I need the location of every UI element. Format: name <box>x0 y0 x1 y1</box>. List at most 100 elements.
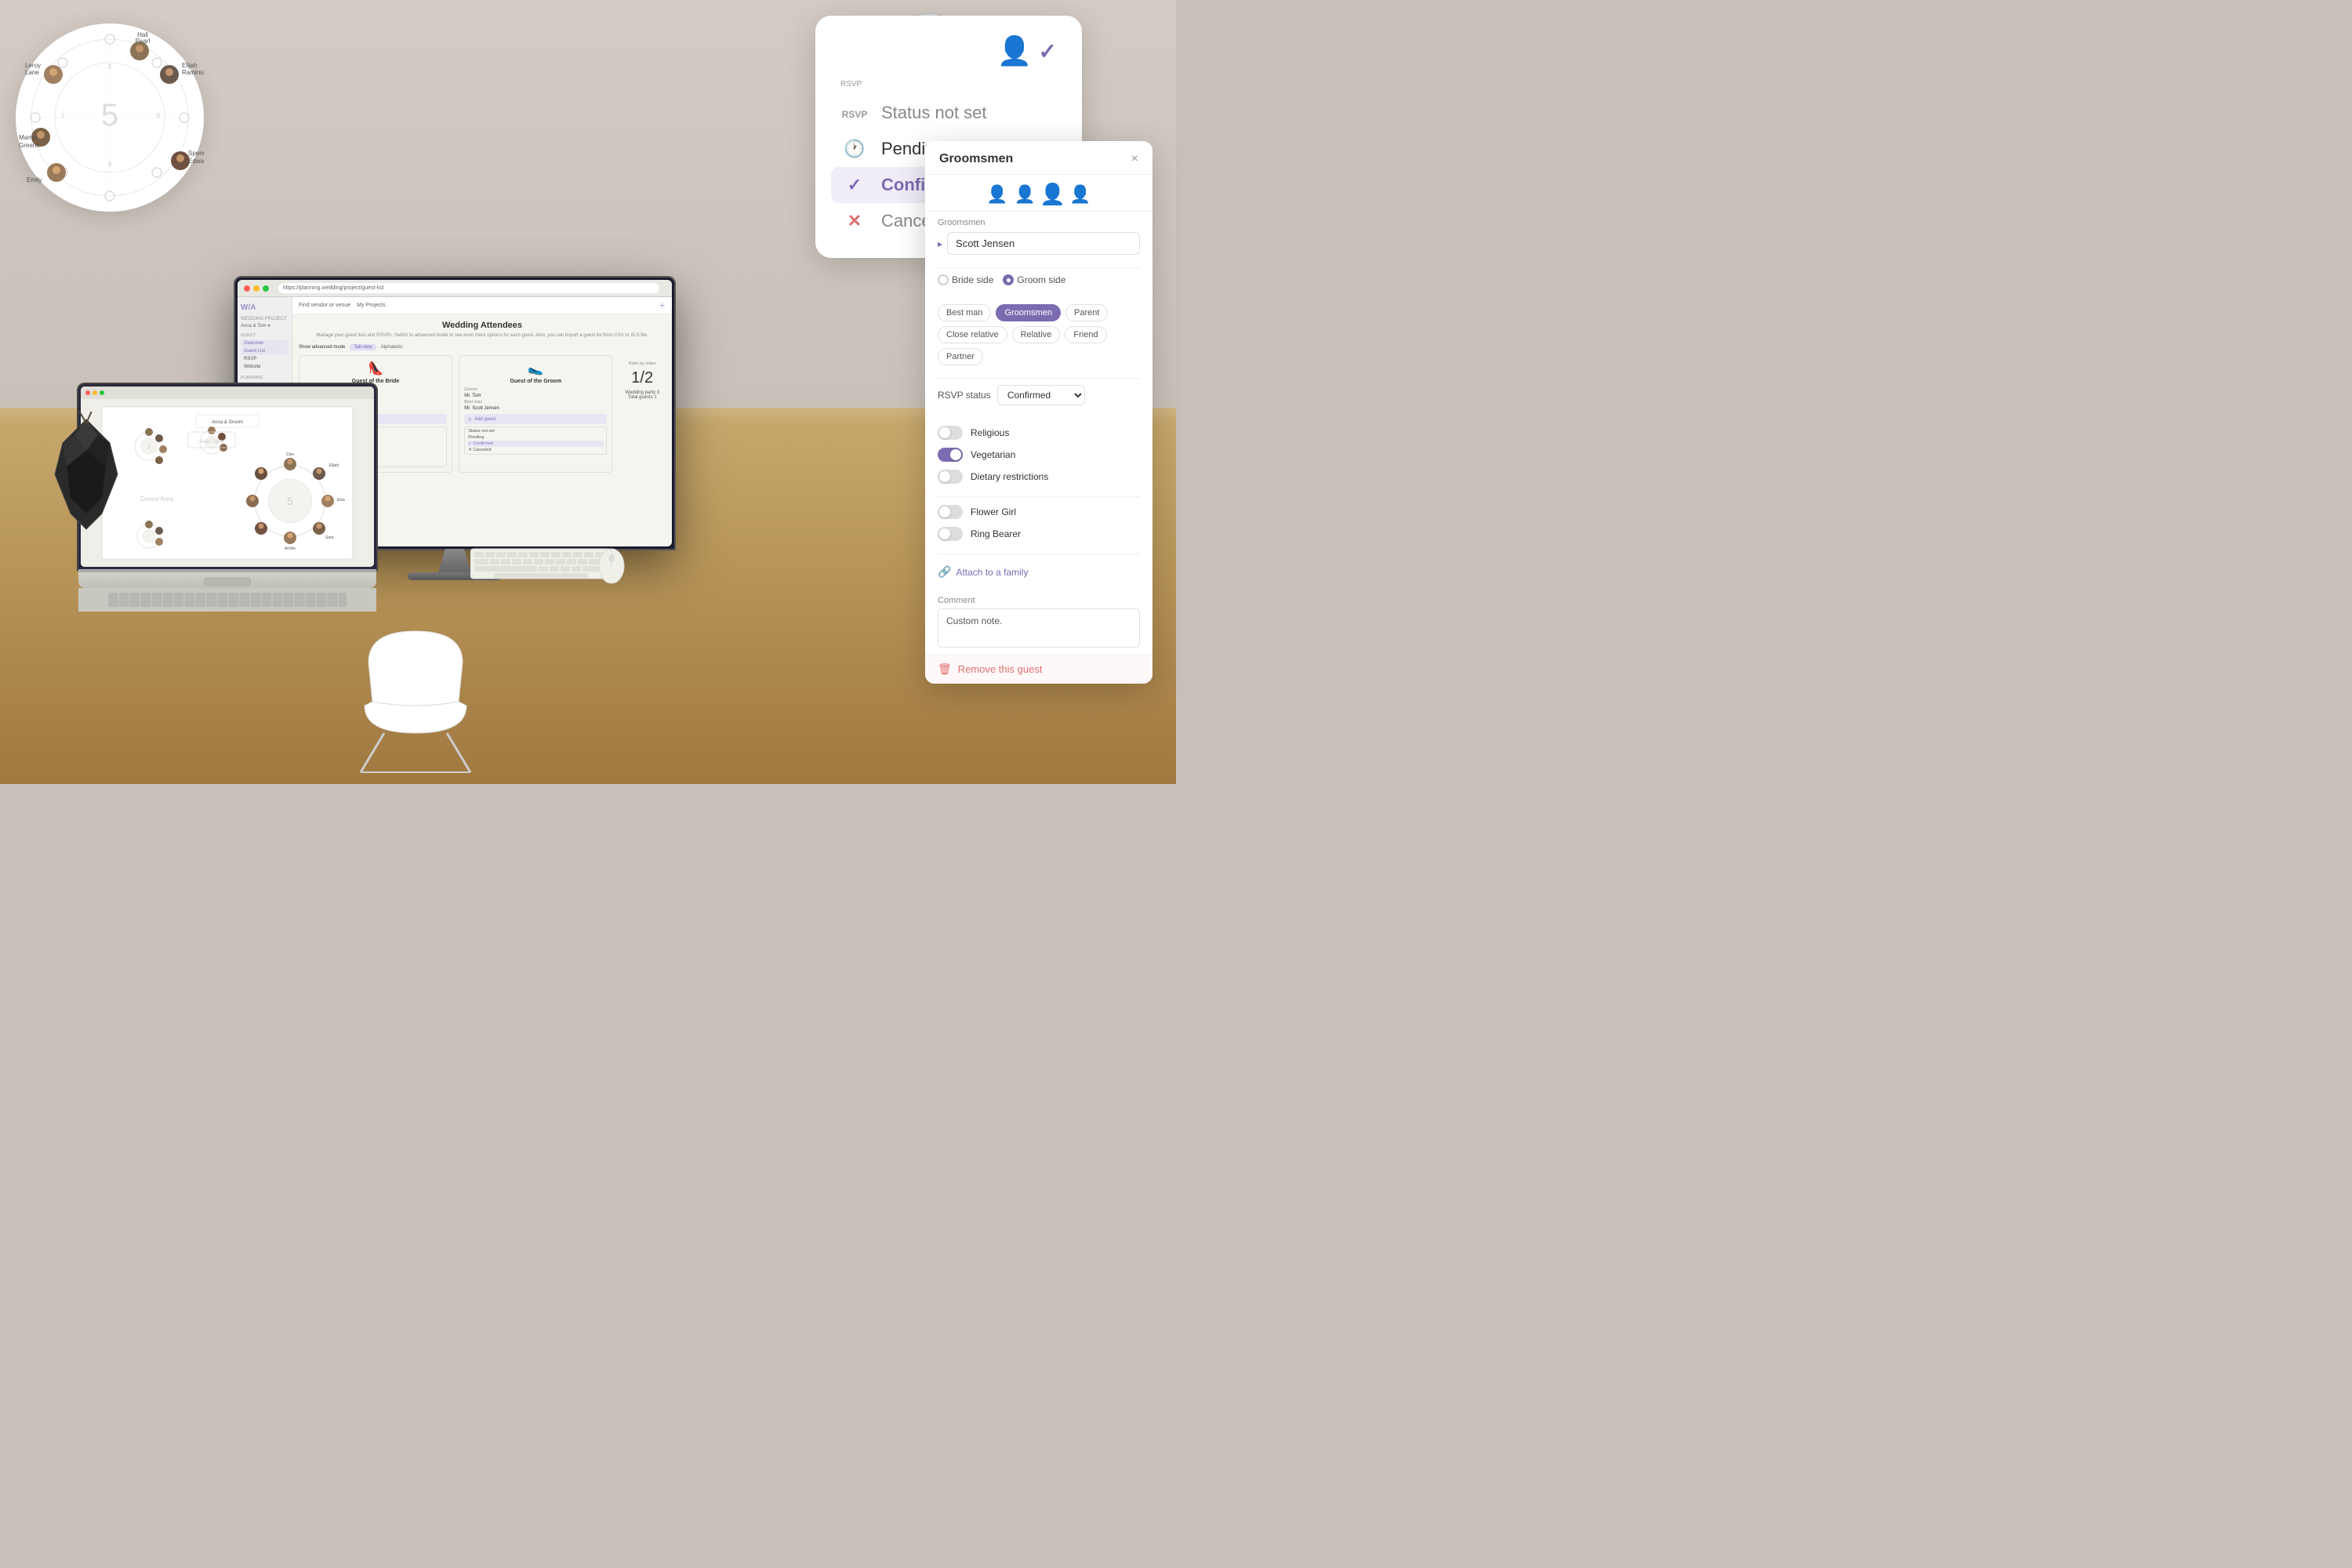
page-subtitle: Manage your guest lists and RSVPs. Switc… <box>299 333 666 338</box>
sidebar-nav-overview[interactable]: Overview <box>241 339 289 347</box>
sidebar-nav-guestlist[interactable]: Guest List <box>241 347 289 355</box>
laptop-minimize[interactable] <box>93 390 97 395</box>
dietary-toggle-row: Dietary restrictions <box>938 468 1140 485</box>
add-guest-groom-btn[interactable]: ＋ Add guest <box>464 414 607 424</box>
groom-label: Groom <box>464 387 607 392</box>
laptop-chrome <box>81 387 374 399</box>
rsvp-status-field-label: RSVP status <box>938 390 991 401</box>
relation-tags: Best man Groomsmen Parent Close relative… <box>938 304 1140 365</box>
side-section: Bride side Groom side <box>925 268 1152 298</box>
chair-svg <box>337 623 494 780</box>
browser-chrome: https://planning.wedding/project/guest-l… <box>238 280 672 297</box>
sidebar-section-planning: PLANNING <box>241 376 289 380</box>
svg-text:Anna & Groom: Anna & Groom <box>212 420 243 425</box>
app-topbar: Find vendor or venue My Projects ＋ <box>292 297 672 314</box>
sidebar-nav-website[interactable]: Website <box>241 363 289 371</box>
rsvp-confirmed-icon: ✓ <box>840 175 869 195</box>
vase-svg <box>47 412 125 553</box>
rsvp-not-set-icon: RSVP <box>840 104 869 122</box>
groomsmen-detail-panel: Groomsmen × 👤 👤 👤 👤 Groomsmen ▸ Bride si… <box>925 141 1152 684</box>
url-bar[interactable]: https://planning.wedding/project/guest-l… <box>278 283 659 293</box>
alphabetic-btn[interactable]: Alphabetic <box>381 345 403 350</box>
svg-text:1: 1 <box>61 112 65 119</box>
rsvp-opt-not-set[interactable]: Status not set <box>467 428 604 434</box>
groom-name: Mr. Tom <box>464 394 607 398</box>
laptop-keyboard <box>108 593 347 607</box>
seating-svg: Pearl Hall Elijah Ramirez Leroy Lane Mam… <box>16 24 204 212</box>
topbar-add-btn[interactable]: ＋ <box>659 300 666 310</box>
svg-text:Lane: Lane <box>25 69 39 76</box>
rsvp-option-not-set[interactable]: RSVP Status not set <box>840 95 1057 131</box>
panel-close-button[interactable]: × <box>1131 152 1138 166</box>
comment-text[interactable]: Custom note. <box>938 608 1140 648</box>
tag-best-man[interactable]: Best man <box>938 304 991 321</box>
laptop-body <box>78 572 376 588</box>
rsvp-person-icon: 👤 <box>997 34 1033 67</box>
close-traffic-light[interactable] <box>244 285 250 292</box>
keyboard-svg <box>470 545 612 584</box>
attach-family-row[interactable]: 🔗 Attach to a family <box>938 561 1140 583</box>
rsvp-status-select[interactable]: Status not set Pending Confirmed Cancele… <box>997 385 1085 405</box>
ratio-value: 1/2 <box>625 369 659 387</box>
desk-chair <box>337 623 494 784</box>
project-label: WEDDING PROJECT <box>241 317 289 321</box>
rsvp-confirm-checkmark: ✓ <box>1039 38 1057 64</box>
tag-partner[interactable]: Partner <box>938 348 983 365</box>
topbar-find-vendor[interactable]: Find vendor or venue <box>299 303 350 308</box>
tab-view-btn[interactable]: Tab view <box>350 344 376 350</box>
tag-friend[interactable]: Friend <box>1065 326 1106 343</box>
groom-side-radio[interactable] <box>1003 274 1014 285</box>
guest-name-input[interactable] <box>947 232 1140 255</box>
bestman-label: Best man <box>464 400 607 405</box>
bride-side-radio[interactable] <box>938 274 949 285</box>
ratio-label: Ratio by sides <box>625 361 659 366</box>
vegetarian-toggle[interactable] <box>938 448 963 462</box>
religious-toggle[interactable] <box>938 426 963 440</box>
ring-bearer-toggle-label: Ring Bearer <box>971 528 1021 539</box>
laptop-close[interactable] <box>85 390 90 395</box>
rsvp-opt-confirmed[interactable]: ✓ Confirmed <box>467 441 604 447</box>
tag-groomsmen[interactable]: Groomsmen <box>996 304 1061 321</box>
minimize-traffic-light[interactable] <box>253 285 260 292</box>
person-icon-4: 👤 <box>1069 184 1091 205</box>
svg-text:Elijah: Elijah <box>182 62 198 69</box>
rsvp-opt-pending[interactable]: Pending <box>467 434 604 441</box>
svg-text:Emily: Emily <box>27 176 42 183</box>
svg-text:Cleo: Cleo <box>286 452 295 457</box>
bride-side-option[interactable]: Bride side <box>938 274 993 285</box>
svg-text:Edwards: Edwards <box>188 158 204 165</box>
flower-girl-toggle[interactable] <box>938 505 963 519</box>
maximize-traffic-light[interactable] <box>263 285 269 292</box>
rsvp-dropdown-groom[interactable]: Status not set Pending ✓ Confirmed ✕ Can… <box>464 426 607 455</box>
laptop-touchpad[interactable] <box>204 578 251 586</box>
remove-guest-row[interactable]: 🗑 Remove this guest <box>925 654 1152 684</box>
laptop-maximize[interactable] <box>100 390 104 395</box>
trash-icon: 🗑 <box>938 662 952 676</box>
tag-relative[interactable]: Relative <box>1012 326 1061 343</box>
remove-guest-label: Remove this guest <box>958 663 1043 675</box>
svg-text:Elijah: Elijah <box>329 463 339 468</box>
dietary-toggle[interactable] <box>938 470 963 484</box>
rsvp-opt-canceled[interactable]: ✕ Canceled <box>467 447 604 453</box>
groom-bestman: Mr. Scott Jensen <box>464 406 607 411</box>
sidebar-section-guest: GUEST <box>241 333 289 338</box>
svg-text:2: 2 <box>108 64 112 71</box>
groom-side-option[interactable]: Groom side <box>1003 274 1065 285</box>
checkmark-icon: ✓ <box>848 175 862 194</box>
svg-text:Sara: Sara <box>325 535 334 540</box>
bride-column-title: Guest of the Bride <box>304 379 447 384</box>
ring-bearer-toggle[interactable] <box>938 527 963 541</box>
tag-close-relative[interactable]: Close relative <box>938 326 1007 343</box>
rsvp-text-label: RSVP <box>842 109 868 120</box>
label-pearl: Pearl <box>136 38 151 45</box>
panel-title: Groomsmen <box>939 152 1013 166</box>
topbar-my-projects[interactable]: My Projects <box>357 303 386 308</box>
svg-text:Ramirez: Ramirez <box>182 69 204 76</box>
tag-parent[interactable]: Parent <box>1065 304 1108 321</box>
svg-text:Dance Area: Dance Area <box>140 495 173 503</box>
show-advanced-label: Show advanced mode <box>299 345 345 350</box>
flower-girl-toggle-row: Flower Girl <box>938 503 1140 521</box>
computer-mouse <box>596 539 627 590</box>
sidebar-nav-rsvp[interactable]: RSVP <box>241 355 289 363</box>
app-logo: W/A <box>241 303 289 312</box>
